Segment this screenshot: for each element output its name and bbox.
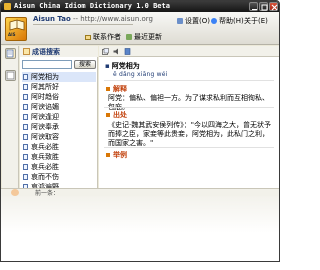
idiom-list-item[interactable]: 阿谀取容 [22, 132, 96, 142]
idiom-label: 阿时趋俗 [31, 93, 59, 101]
search-heading-icon [23, 48, 30, 55]
entry-title: ▪ 阿党相为 [105, 62, 140, 70]
menu-settings[interactable]: 设置(O) [177, 16, 210, 26]
logo-book-icon [9, 19, 25, 31]
document-icon [23, 124, 28, 130]
minimize-icon [252, 9, 257, 10]
settings-icon [177, 18, 183, 24]
idiom-list-item[interactable]: 哀兵必胜 [22, 142, 96, 152]
maximize-icon [261, 4, 268, 11]
section-marker-icon [106, 153, 110, 157]
idiom-label: 阿谀逢迎 [31, 113, 59, 121]
logo-text: AIS [8, 32, 16, 37]
idiom-list-item[interactable]: 阿谀谄媚 [22, 102, 96, 112]
user-avatar [11, 189, 19, 196]
menu-help[interactable]: 帮助(H) [211, 16, 244, 26]
author-url[interactable]: -- http://www.aisun.org [73, 15, 153, 23]
idiom-list-item[interactable]: 阿其所好 [22, 82, 96, 92]
divider [104, 147, 274, 148]
idiom-label: 阿谀取容 [31, 133, 59, 141]
bookmark-icon[interactable] [124, 48, 131, 55]
search-heading: 成语搜索 [32, 48, 60, 56]
divider [104, 107, 274, 108]
idiom-list-item[interactable]: 哀兵致胜 [22, 152, 96, 162]
detail-toolbar [99, 46, 279, 57]
source-text: 《史记·魏其武安侯列传》："今以四海之大，曾无状予而捧之臣，家妾等此贵妾，阿党相… [108, 121, 271, 147]
entry-bullet-icon: ▪ [105, 62, 110, 70]
app-icon [4, 3, 11, 10]
contact-author-button[interactable]: 联系作者 [85, 32, 121, 42]
idiom-list-item[interactable]: 阿谀逢迎 [22, 112, 96, 122]
app-logo: AIS [5, 17, 27, 41]
example-heading: 举例 [106, 150, 127, 160]
document-icon [23, 154, 28, 160]
document-icon [23, 134, 28, 140]
divider [104, 80, 274, 81]
search-button[interactable]: 搜索 [74, 60, 96, 69]
search-input[interactable] [22, 60, 72, 69]
mail-icon [85, 34, 91, 40]
document-icon [23, 84, 28, 90]
side-nav [2, 46, 19, 188]
search-page-icon [6, 49, 14, 58]
idiom-list-item[interactable]: 阿党相为 [22, 72, 96, 82]
header-panel: AIS Aisun Tao -- http://www.aisun.org 设置… [1, 12, 279, 45]
app-window: Aisun China Idiom Dictionary 1.0 Beta AI… [0, 0, 280, 262]
speaker-icon[interactable] [113, 48, 120, 55]
header-divider [33, 24, 133, 25]
idiom-label: 阿谀奉承 [31, 123, 59, 131]
close-icon [271, 4, 278, 11]
author-name: Aisun Tao [33, 15, 71, 23]
search-heading-bar: 成语搜索 [20, 46, 98, 57]
idiom-label: 哀而不伤 [31, 173, 59, 181]
close-button[interactable] [269, 2, 278, 11]
menu-about[interactable]: 关于(E) [244, 16, 268, 26]
list-icon [6, 71, 15, 80]
idiom-list-item[interactable]: 阿时趋俗 [22, 92, 96, 102]
idiom-label: 阿党相为 [31, 73, 59, 81]
window-title: Aisun China Idiom Dictionary 1.0 Beta [14, 2, 170, 10]
idiom-label: 阿其所好 [31, 83, 59, 91]
reflection-fade [1, 196, 279, 261]
section-marker-icon [106, 113, 110, 117]
idiom-label: 哀兵必胜 [31, 163, 59, 171]
document-icon [23, 74, 28, 80]
idiom-label: 哀兵必胜 [31, 143, 59, 151]
meaning-text: 阿党：偏私、偏袒一方。为了谋求私利而互相徇私、包庇。 [108, 94, 269, 111]
document-icon [23, 174, 28, 180]
minimize-button[interactable] [249, 2, 258, 11]
idiom-list-pane: 成语搜索 搜索 阿党相为阿其所好阿时趋俗阿谀谄媚阿谀逢迎阿谀奉承阿谀取容哀兵必胜… [20, 46, 98, 188]
source-heading: 出处 [106, 110, 127, 120]
idiom-list-item[interactable]: 阿谀奉承 [22, 122, 96, 132]
idiom-label: 阿谀谄媚 [31, 103, 59, 111]
document-icon [23, 94, 28, 100]
idiom-list[interactable]: 阿党相为 阿其所好 阿时趋俗 阿谀谄媚 阿谀逢迎 阿谀奉承 阿谀取容 哀兵必胜 哀兵致胜 哀兵必胜… [22, 72, 96, 188]
document-icon [23, 104, 28, 110]
document-icon [23, 114, 28, 120]
title-bar[interactable]: Aisun China Idiom Dictionary 1.0 Beta [1, 1, 279, 12]
nav-list-button[interactable] [5, 70, 16, 81]
idiom-list-item[interactable]: 哀兵必胜 [22, 162, 96, 172]
copy-icon[interactable] [102, 48, 109, 55]
help-icon [211, 18, 217, 24]
author-line: Aisun Tao -- http://www.aisun.org [33, 15, 153, 23]
detail-pane: ▪ 阿党相为 ē dǎng xiāng wéi 解释 阿党：偏私、偏袒一方。为了谋… [99, 46, 279, 188]
document-icon [23, 164, 28, 170]
nav-search-button[interactable] [5, 48, 16, 59]
section-marker-icon [106, 87, 110, 91]
idiom-list-item[interactable]: 哀而不伤 [22, 172, 96, 182]
recent-update-button[interactable]: 最近更新 [126, 32, 162, 42]
maximize-button[interactable] [259, 2, 268, 11]
update-icon [126, 34, 132, 40]
document-icon [23, 144, 28, 150]
idiom-label: 哀兵致胜 [31, 153, 59, 161]
entry-pinyin: ē dǎng xiāng wéi [113, 71, 168, 78]
meaning-heading: 解释 [106, 84, 127, 94]
